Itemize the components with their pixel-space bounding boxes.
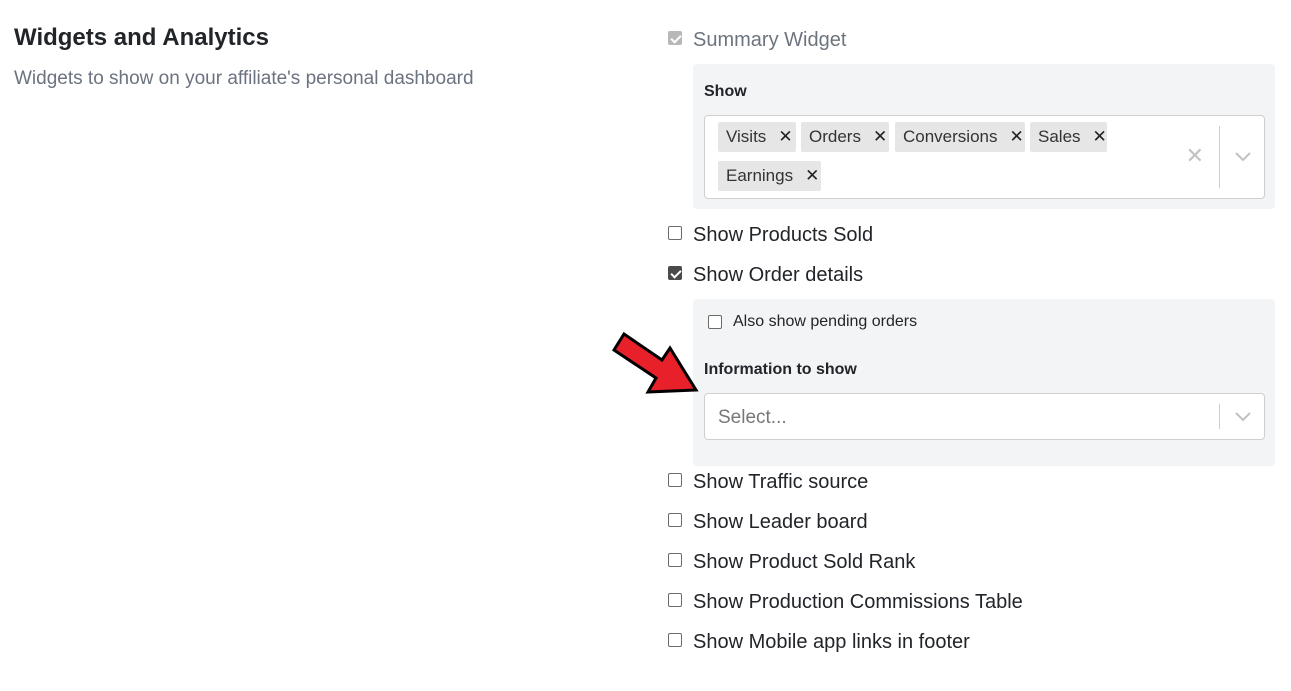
annotation-arrow-icon — [612, 332, 699, 394]
pending-orders-label: Also show pending orders — [733, 313, 918, 330]
separator — [1219, 126, 1220, 188]
traffic-source-label: Show Traffic source — [693, 470, 869, 493]
chip-visits: Visits ✕ — [718, 122, 796, 152]
product-sold-rank-checkbox[interactable] — [668, 553, 682, 567]
select-placeholder: Select... — [718, 407, 787, 428]
products-sold-row[interactable]: Show Products Sold — [668, 223, 873, 247]
information-to-show-label: Information to show — [704, 361, 857, 378]
summary-widget-checkbox — [668, 31, 682, 45]
chip-label: Conversions — [903, 127, 998, 146]
order-details-label: Show Order details — [693, 263, 864, 286]
product-sold-rank-row[interactable]: Show Product Sold Rank — [668, 550, 915, 574]
summary-widget-panel: Show Visits ✕ Orders ✕ Conversions ✕ Sal… — [693, 64, 1275, 209]
products-sold-checkbox[interactable] — [668, 226, 682, 240]
chip-label: Earnings — [726, 166, 794, 185]
chip-label: Visits — [726, 127, 767, 146]
products-sold-label: Show Products Sold — [693, 223, 874, 246]
chip-sales: Sales ✕ — [1030, 122, 1107, 152]
production-commissions-label: Show Production Commissions Table — [693, 590, 1023, 613]
close-icon[interactable]: ✕ — [1186, 145, 1204, 167]
show-label: Show — [704, 83, 747, 100]
leader-board-checkbox[interactable] — [668, 513, 682, 527]
chip-conversions: Conversions ✕ — [895, 122, 1025, 152]
separator — [1219, 404, 1220, 429]
remove-chip-icon[interactable]: ✕ — [793, 166, 827, 186]
remove-chip-icon[interactable]: ✕ — [861, 127, 895, 147]
mobile-app-links-label: Show Mobile app links in footer — [693, 630, 970, 653]
pending-orders-row[interactable]: Also show pending orders — [708, 313, 917, 331]
chevron-down-icon[interactable] — [1235, 412, 1251, 422]
show-multiselect[interactable]: Visits ✕ Orders ✕ Conversions ✕ Sales ✕ … — [704, 115, 1265, 199]
traffic-source-row[interactable]: Show Traffic source — [668, 470, 868, 494]
order-details-row[interactable]: Show Order details — [668, 263, 863, 287]
section-title: Widgets and Analytics — [14, 24, 269, 51]
chip-label: Orders — [809, 127, 861, 146]
chip-orders: Orders ✕ — [801, 122, 889, 152]
order-details-checkbox[interactable] — [668, 266, 682, 280]
chip-label: Sales — [1038, 127, 1081, 146]
chevron-down-icon[interactable] — [1235, 152, 1251, 162]
production-commissions-row[interactable]: Show Production Commissions Table — [668, 590, 1023, 614]
mobile-app-links-checkbox[interactable] — [668, 633, 682, 647]
leader-board-label: Show Leader board — [693, 510, 868, 533]
remove-chip-icon[interactable]: ✕ — [1081, 127, 1115, 147]
summary-widget-label: Summary Widget — [693, 28, 847, 51]
product-sold-rank-label: Show Product Sold Rank — [693, 550, 916, 573]
chip-earnings: Earnings ✕ — [718, 161, 821, 191]
order-details-panel: Also show pending orders Information to … — [693, 299, 1275, 466]
remove-chip-icon[interactable]: ✕ — [998, 127, 1032, 147]
remove-chip-icon[interactable]: ✕ — [766, 127, 800, 147]
summary-widget-row: Summary Widget — [668, 28, 846, 52]
settings-page: Widgets and Analytics Widgets to show on… — [0, 0, 1291, 691]
section-description: Widgets to show on your affiliate's pers… — [14, 68, 474, 89]
mobile-app-links-row[interactable]: Show Mobile app links in footer — [668, 630, 970, 654]
production-commissions-checkbox[interactable] — [668, 593, 682, 607]
information-select[interactable]: Select... — [704, 393, 1265, 440]
leader-board-row[interactable]: Show Leader board — [668, 510, 868, 534]
pending-orders-checkbox[interactable] — [708, 315, 722, 329]
traffic-source-checkbox[interactable] — [668, 473, 682, 487]
